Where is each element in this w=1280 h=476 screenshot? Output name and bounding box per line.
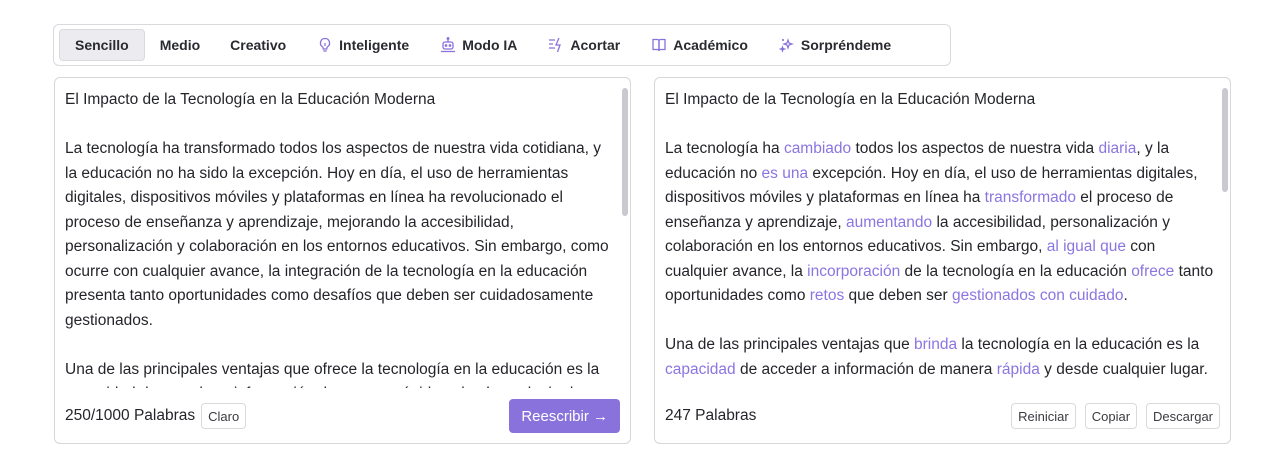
output-paragraph: Una de las principales ventajas que brin… xyxy=(665,333,1214,382)
mode-label: Sorpréndeme xyxy=(800,37,892,53)
mode-sorprendeme[interactable]: Sorpréndeme xyxy=(763,29,906,61)
reset-button[interactable]: Reiniciar xyxy=(1011,403,1076,429)
changed-word[interactable]: capacidad xyxy=(665,361,736,378)
input-paragraph: La tecnología ha transformado todos los … xyxy=(65,140,609,329)
mode-inteligente[interactable]: Inteligente xyxy=(301,29,424,61)
mode-acortar[interactable]: Acortar xyxy=(532,29,635,61)
changed-word[interactable]: retos xyxy=(810,287,844,304)
robot-icon xyxy=(439,36,457,54)
rewrite-button[interactable]: Reescribir → xyxy=(509,399,620,433)
input-title: El Impacto de la Tecnología en la Educac… xyxy=(65,91,436,108)
output-text: que deben ser xyxy=(844,287,952,304)
input-footer: 250/1000 Palabras Claro Reescribir → xyxy=(65,398,620,434)
mode-creativo[interactable]: Creativo xyxy=(215,29,301,61)
mode-label: Medio xyxy=(159,37,201,53)
word-count: 247 Palabras xyxy=(665,407,757,424)
shorten-icon xyxy=(547,36,565,54)
output-title: El Impacto de la Tecnología en la Educac… xyxy=(665,91,1036,108)
mode-selector: Sencillo Medio Creativo Inteligente Modo… xyxy=(53,24,951,66)
output-scrollbar[interactable] xyxy=(1222,88,1228,192)
output-text: todos los aspectos de nuestra vida xyxy=(851,140,1099,157)
lightbulb-icon xyxy=(316,36,334,54)
input-text-area[interactable]: El Impacto de la Tecnología en la Educac… xyxy=(65,88,614,388)
changed-word[interactable]: aumentando xyxy=(846,214,932,231)
mode-medio[interactable]: Medio xyxy=(145,29,215,61)
output-text: y desde cualquier lugar. xyxy=(1039,360,1208,378)
output-text: la tecnología en la educación es la xyxy=(957,336,1200,353)
output-footer: 247 Palabras Reiniciar Copiar Descargar xyxy=(665,398,1220,434)
output-text: de la tecnología en la educación xyxy=(900,262,1132,280)
mode-label: Acortar xyxy=(570,37,621,53)
tone-button[interactable]: Claro xyxy=(201,403,247,429)
output-text: de acceder a información de manera xyxy=(735,360,997,378)
changed-word[interactable]: incorporación xyxy=(807,263,900,280)
mode-academico[interactable]: Académico xyxy=(635,29,763,61)
copy-button[interactable]: Copiar xyxy=(1084,403,1138,429)
output-text: . xyxy=(1123,287,1128,304)
changed-word[interactable]: diaria xyxy=(1098,140,1136,157)
input-scrollbar[interactable] xyxy=(622,88,628,216)
book-icon xyxy=(650,36,668,54)
sparkle-icon xyxy=(778,36,796,54)
changed-word[interactable]: cambiado xyxy=(784,140,851,157)
input-panel: El Impacto de la Tecnología en la Educac… xyxy=(54,77,631,444)
changed-word[interactable]: rápida xyxy=(997,361,1040,378)
changed-word[interactable]: ofrece xyxy=(1131,263,1174,280)
mode-modo-ia[interactable]: Modo IA xyxy=(424,29,532,61)
mode-label: Modo IA xyxy=(462,37,518,53)
mode-label: Sencillo xyxy=(75,37,129,53)
changed-word[interactable]: brinda xyxy=(914,336,957,353)
output-paragraph: La tecnología ha cambiado todos los aspe… xyxy=(665,137,1214,309)
changed-word[interactable]: al igual que xyxy=(1047,238,1126,255)
download-button[interactable]: Descargar xyxy=(1146,403,1220,429)
word-count: 250/1000 Palabras xyxy=(65,407,196,424)
changed-word[interactable]: gestionados con cuidado xyxy=(952,287,1124,304)
mode-label: Inteligente xyxy=(339,37,410,53)
input-paragraph: Una de las principales ventajas que ofre… xyxy=(65,360,608,389)
output-text-area: El Impacto de la Tecnología en la Educac… xyxy=(665,88,1214,388)
mode-label: Académico xyxy=(673,37,748,53)
changed-word[interactable]: transformado xyxy=(985,189,1076,206)
output-text: La tecnología ha xyxy=(665,140,784,157)
changed-word[interactable]: es una xyxy=(762,165,809,182)
output-text: Una de las principales ventajas que xyxy=(665,336,915,353)
mode-sencillo[interactable]: Sencillo xyxy=(59,29,145,61)
mode-label: Creativo xyxy=(230,37,287,53)
output-panel: El Impacto de la Tecnología en la Educac… xyxy=(654,77,1231,444)
